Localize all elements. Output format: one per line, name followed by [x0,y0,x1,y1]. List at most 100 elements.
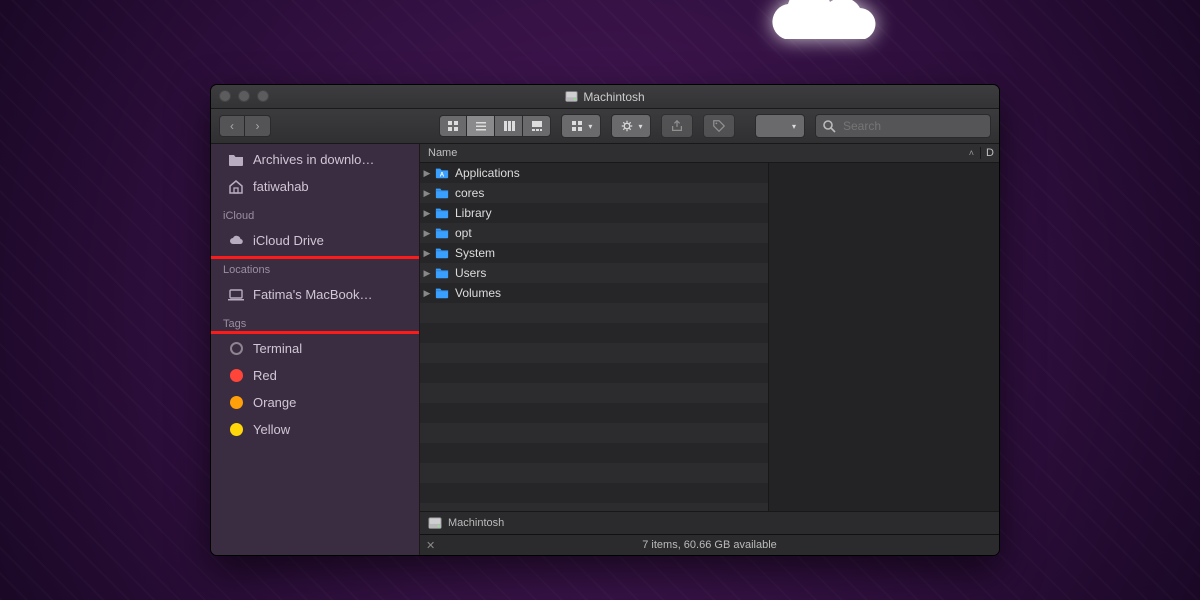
path-item[interactable]: Machintosh [448,517,504,529]
sidebar-item[interactable]: Archives in downlo… [211,146,419,173]
empty-row [420,463,768,483]
sidebar-item-label: fatiwahab [253,179,309,194]
preview-pane [768,163,999,511]
status-bar: ✕ 7 items, 60.66 GB available [420,534,999,555]
sidebar-header-locations: Locations [211,256,419,279]
empty-row [420,403,768,423]
finder-window: Machintosh ‹ › ▾ ▾ ▾ [210,84,1000,556]
column-name[interactable]: Name˄ [420,147,980,159]
file-name: Applications [455,166,768,180]
file-row[interactable]: ▶ opt 0 [420,223,768,243]
file-name: Library [455,206,768,220]
view-list-button[interactable] [467,115,495,137]
tags-button[interactable] [703,114,735,138]
status-close-icon[interactable]: ✕ [426,539,435,552]
disclosure-icon[interactable]: ▶ [420,268,434,279]
sidebar-item[interactable]: Fatima's MacBook… [211,281,419,308]
file-name: opt [455,226,768,240]
file-row[interactable]: ▶ Volumes T [420,283,768,303]
zoom-button[interactable] [257,90,269,102]
sidebar-item-label: Fatima's MacBook… [253,287,373,302]
sidebar-header-icloud: iCloud [211,202,419,225]
column-headers[interactable]: Name˄ D [420,144,999,163]
file-row[interactable]: ▶ Applications T [420,163,768,183]
traffic-lights[interactable] [219,90,269,102]
disclosure-icon[interactable]: ▶ [420,208,434,219]
file-row[interactable]: ▶ Library 1 [420,203,768,223]
empty-row [420,303,768,323]
column-date[interactable]: D [980,147,999,159]
back-button[interactable]: ‹ [219,115,245,137]
titlebar[interactable]: Machintosh [211,85,999,109]
search-icon [822,119,836,133]
file-row[interactable]: ▶ System 3 [420,243,768,263]
empty-row [420,483,768,503]
empty-row [420,423,768,443]
disclosure-icon[interactable]: ▶ [420,168,434,179]
sort-indicator-icon: ˄ [969,148,974,158]
tag-color-icon [227,367,245,385]
action-button[interactable]: ▾ [611,114,651,138]
view-columns-button[interactable] [495,115,523,137]
folder-icon [434,166,450,180]
view-gallery-button[interactable] [523,115,551,137]
file-list[interactable]: ▶ Applications T ▶ cores 0 ▶ Library 1 ▶… [420,163,768,511]
weather-cloud-icon [760,0,890,49]
file-name: Volumes [455,286,768,300]
file-row[interactable]: ▶ Users 3 [420,263,768,283]
home-icon [227,178,245,196]
disclosure-icon[interactable]: ▶ [420,288,434,299]
share-button[interactable] [661,114,693,138]
empty-row [420,443,768,463]
sidebar-item-label: Archives in downlo… [253,152,374,167]
disclosure-icon[interactable]: ▶ [420,188,434,199]
folder-icon [434,286,450,300]
sidebar-item[interactable]: iCloud Drive [211,227,419,254]
sidebar-item-label: Red [253,368,277,383]
sidebar-tag-item[interactable]: Red [211,362,419,389]
sidebar-item-label: Orange [253,395,296,410]
desktop: Machintosh ‹ › ▾ ▾ ▾ [0,0,1200,600]
empty-row [420,363,768,383]
folder-icon [227,151,245,169]
search-field[interactable] [815,114,991,138]
search-input[interactable] [841,118,1000,134]
folder-icon [434,226,450,240]
sidebar-item-label: Terminal [253,341,302,356]
tag-color-icon [227,340,245,358]
minimize-button[interactable] [238,90,250,102]
file-name: cores [455,186,768,200]
main-pane: Name˄ D ▶ Applications T ▶ cores 0 ▶ Lib… [420,144,999,555]
tag-color-icon [227,394,245,412]
disk-icon [565,90,578,103]
forward-button[interactable]: › [245,115,271,137]
sidebar[interactable]: Archives in downlo… fatiwahab iCloud iCl… [211,144,420,555]
folder-icon [434,186,450,200]
sidebar-tag-item[interactable]: Terminal [211,335,419,362]
path-bar[interactable]: Machintosh [420,511,999,534]
empty-row [420,383,768,403]
file-name: System [455,246,768,260]
group-button[interactable]: ▾ [561,114,601,138]
sidebar-item-label: Yellow [253,422,290,437]
empty-row [420,503,768,511]
view-switcher [439,115,551,137]
sidebar-tag-item[interactable]: Yellow [211,416,419,443]
folder-icon [434,246,450,260]
sidebar-item[interactable]: fatiwahab [211,173,419,200]
sidebar-item-label: iCloud Drive [253,233,324,248]
cloud-icon [227,232,245,250]
empty-row [420,343,768,363]
sidebar-tag-item[interactable]: Orange [211,389,419,416]
status-text: 7 items, 60.66 GB available [642,539,777,551]
file-name: Users [455,266,768,280]
folder-icon [434,206,450,220]
tag-color-icon [227,421,245,439]
close-button[interactable] [219,90,231,102]
disclosure-icon[interactable]: ▶ [420,228,434,239]
disclosure-icon[interactable]: ▶ [420,248,434,259]
view-icons-button[interactable] [439,115,467,137]
file-row[interactable]: ▶ cores 0 [420,183,768,203]
empty-row [420,323,768,343]
dropdown-button[interactable]: ▾ [755,114,805,138]
